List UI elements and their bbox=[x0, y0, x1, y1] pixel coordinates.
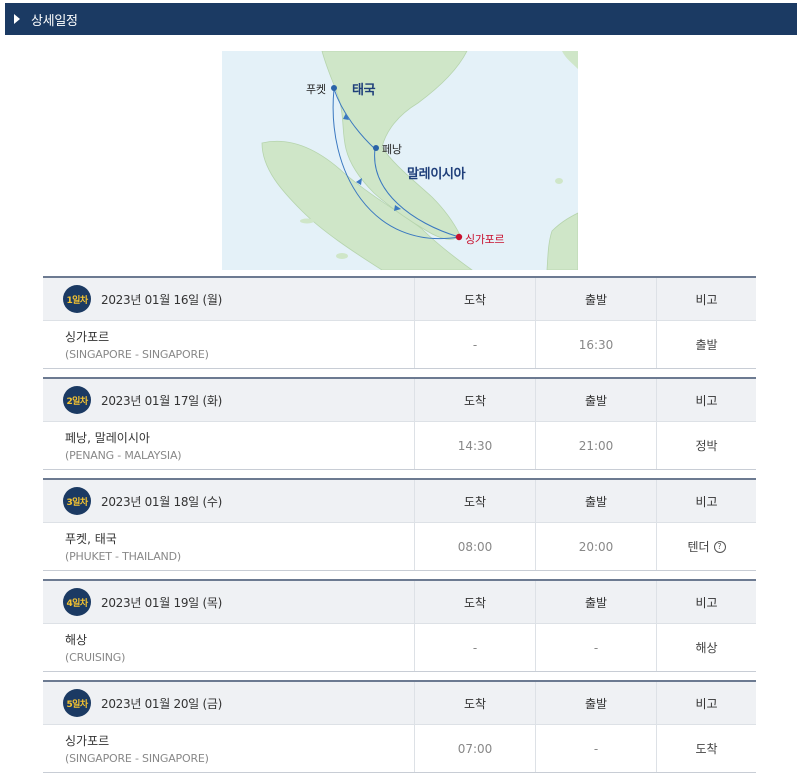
port-name-en: (SINGAPORE - SINGAPORE) bbox=[65, 348, 209, 361]
day-port-row: 싱가포르 (SINGAPORE - SINGAPORE) 07:00 - 도착 bbox=[43, 725, 756, 772]
day-badge: 4일차 bbox=[63, 588, 91, 616]
departure-header: 출발 bbox=[535, 480, 656, 522]
port-name: 싱가포르 bbox=[65, 734, 110, 748]
day-block: 2일차 2023년 01월 17일 (화) 도착 출발 비고 페낭, 말레이시아 (… bbox=[43, 377, 756, 470]
day-block: 4일차 2023년 01월 19일 (목) 도착 출발 비고 해상 (CRUISIN… bbox=[43, 579, 756, 672]
port-name: 싱가포르 bbox=[65, 330, 110, 344]
arrival-header: 도착 bbox=[414, 278, 535, 320]
arrival-time: 14:30 bbox=[414, 422, 535, 469]
route-map: 푸켓 태국 페낭 말레이시아 싱가포르 bbox=[222, 51, 578, 270]
note-value: 출발 bbox=[656, 321, 756, 368]
arrival-header: 도착 bbox=[414, 581, 535, 623]
arrival-time: - bbox=[414, 624, 535, 671]
day-header: 4일차 2023년 01월 19일 (목) 도착 출발 비고 bbox=[43, 581, 756, 624]
departure-header: 출발 bbox=[535, 581, 656, 623]
departure-time: 20:00 bbox=[535, 523, 656, 570]
map-label-thailand: 태국 bbox=[352, 83, 376, 98]
note-header: 비고 bbox=[656, 278, 756, 320]
arrival-time: - bbox=[414, 321, 535, 368]
arrival-time: 08:00 bbox=[414, 523, 535, 570]
arrival-header: 도착 bbox=[414, 480, 535, 522]
itinerary-header-toggle[interactable]: 상세일정 bbox=[5, 3, 797, 35]
day-badge: 1일차 bbox=[63, 285, 91, 313]
port-name-en: (PHUKET - THAILAND) bbox=[65, 550, 181, 563]
arrival-header: 도착 bbox=[414, 682, 535, 724]
day-date: 2023년 01월 18일 (수) bbox=[101, 494, 222, 509]
map-label-singapore: 싱가포르 bbox=[465, 233, 505, 246]
map-label-malaysia: 말레이시아 bbox=[407, 167, 466, 182]
day-header: 1일차 2023년 01월 16일 (월) 도착 출발 비고 bbox=[43, 278, 756, 321]
departure-header: 출발 bbox=[535, 278, 656, 320]
arrival-header: 도착 bbox=[414, 379, 535, 421]
departure-time: - bbox=[535, 624, 656, 671]
note-value: 해상 bbox=[656, 624, 756, 671]
note-header: 비고 bbox=[656, 682, 756, 724]
departure-header: 출발 bbox=[535, 682, 656, 724]
triangle-right-icon bbox=[14, 14, 20, 24]
port-name: 해상 bbox=[65, 633, 88, 647]
departure-header: 출발 bbox=[535, 379, 656, 421]
day-port-row: 해상 (CRUISING) - - 해상 bbox=[43, 624, 756, 671]
note-cell: 텐더? bbox=[656, 523, 756, 570]
port-name: 푸켓, 태국 bbox=[65, 532, 117, 546]
day-date: 2023년 01월 19일 (목) bbox=[101, 595, 222, 610]
day-block: 3일차 2023년 01월 18일 (수) 도착 출발 비고 푸켓, 태국 (PHU… bbox=[43, 478, 756, 571]
departure-time: 21:00 bbox=[535, 422, 656, 469]
note-header: 비고 bbox=[656, 379, 756, 421]
departure-time: 16:30 bbox=[535, 321, 656, 368]
route-map-graphic bbox=[222, 51, 578, 270]
day-header: 2일차 2023년 01월 17일 (화) 도착 출발 비고 bbox=[43, 379, 756, 422]
day-block: 5일차 2023년 01월 20일 (금) 도착 출발 비고 싱가포르 (SINGA… bbox=[43, 680, 756, 773]
section-title: 상세일정 bbox=[31, 13, 78, 29]
map-label-penang: 페낭 bbox=[382, 143, 402, 156]
port-name-en: (SINGAPORE - SINGAPORE) bbox=[65, 752, 209, 765]
day-header: 5일차 2023년 01월 20일 (금) 도착 출발 비고 bbox=[43, 682, 756, 725]
day-badge: 2일차 bbox=[63, 386, 91, 414]
day-date: 2023년 01월 20일 (금) bbox=[101, 696, 222, 711]
note-value: 정박 bbox=[656, 422, 756, 469]
departure-time: - bbox=[535, 725, 656, 772]
map-label-phuket: 푸켓 bbox=[306, 83, 326, 96]
note-value: 도착 bbox=[656, 725, 756, 772]
arrival-time: 07:00 bbox=[414, 725, 535, 772]
day-port-row: 페낭, 말레이시아 (PENANG - MALAYSIA) 14:30 21:00… bbox=[43, 422, 756, 469]
day-port-row: 싱가포르 (SINGAPORE - SINGAPORE) - 16:30 출발 bbox=[43, 321, 756, 368]
note-header: 비고 bbox=[656, 480, 756, 522]
note-value: 텐더 bbox=[687, 540, 710, 554]
help-icon[interactable]: ? bbox=[713, 540, 726, 553]
day-date: 2023년 01월 16일 (월) bbox=[101, 292, 222, 307]
port-name-en: (CRUISING) bbox=[65, 651, 126, 664]
day-badge: 5일차 bbox=[63, 689, 91, 717]
day-header: 3일차 2023년 01월 18일 (수) 도착 출발 비고 bbox=[43, 480, 756, 523]
note-header: 비고 bbox=[656, 581, 756, 623]
day-badge: 3일차 bbox=[63, 487, 91, 515]
port-name: 페낭, 말레이시아 bbox=[65, 431, 150, 445]
day-date: 2023년 01월 17일 (화) bbox=[101, 393, 222, 408]
day-block: 1일차 2023년 01월 16일 (월) 도착 출발 비고 싱가포르 (SINGA… bbox=[43, 276, 756, 369]
day-port-row: 푸켓, 태국 (PHUKET - THAILAND) 08:00 20:00 텐더… bbox=[43, 523, 756, 570]
port-name-en: (PENANG - MALAYSIA) bbox=[65, 449, 182, 462]
